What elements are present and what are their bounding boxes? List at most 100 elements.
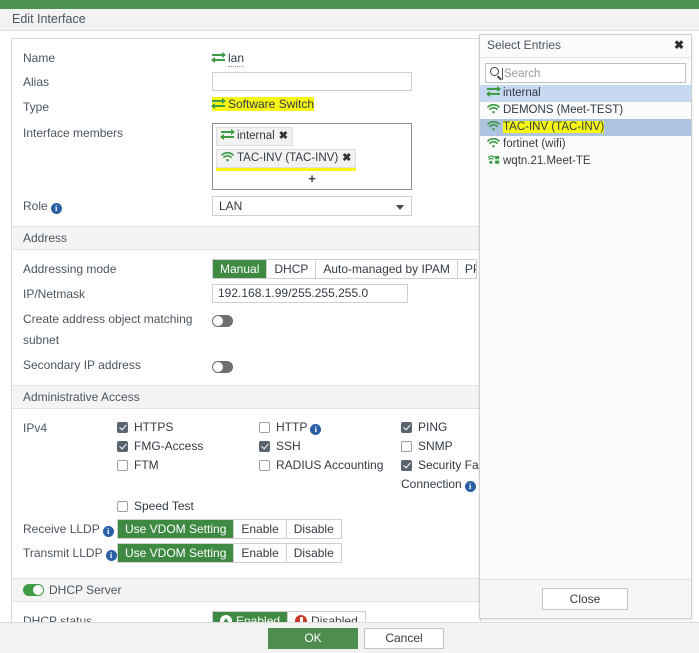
member-chip[interactable]: TAC-INV (TAC-INV) ✖ — [216, 149, 357, 168]
list-item-label: DEMONS (Meet-TEST) — [503, 104, 624, 116]
name-value-inline[interactable]: lan — [211, 51, 245, 67]
addressing-mode-wrap: Manual DHCP Auto-managed by IPAM PPPoE — [212, 259, 480, 279]
remove-member-icon[interactable]: ✖ — [279, 130, 288, 142]
label-ip-netmask: IP/Netmask — [23, 287, 86, 301]
list-item-label: TAC-INV (TAC-INV) — [503, 121, 605, 133]
admin-access-column-2: HTTP i SSH RADIUS Accounting — [259, 418, 401, 494]
checkbox-icon — [117, 441, 128, 452]
receive-lldp-enable[interactable]: Enable — [234, 520, 287, 538]
checkbox-speed-test[interactable]: Speed Test — [117, 497, 480, 516]
tab-pppoe[interactable]: PPPoE — [457, 260, 476, 278]
label-addressing-mode: Addressing mode — [23, 262, 117, 276]
ok-button[interactable]: OK — [268, 628, 358, 649]
checkbox-icon — [401, 441, 412, 452]
alias-wrap — [212, 72, 480, 91]
section-header-dhcp-text: DHCP Server — [49, 583, 122, 597]
info-icon[interactable]: i — [464, 481, 476, 492]
checkbox-http[interactable]: HTTP i — [259, 418, 401, 437]
row-interface-members: Interface members internal ✖ TAC-INV (TAC… — [12, 123, 480, 190]
receive-lldp-tabs[interactable]: Use VDOM Setting Enable Disable — [117, 519, 342, 539]
role-wrap: LAN — [212, 196, 480, 216]
name-value-wrap: lan — [211, 48, 480, 69]
checkbox-label: Speed Test — [134, 499, 194, 513]
transmit-lldp-tabs[interactable]: Use VDOM Setting Enable Disable — [117, 543, 342, 563]
list-item[interactable]: TAC-INV (TAC-INV) — [480, 119, 691, 136]
dhcp-status-tabs[interactable]: Enabled Disabled — [212, 611, 366, 622]
row-transmit-lldp: Transmit LLDP i Use VDOM Setting Enable D… — [12, 543, 480, 564]
list-item[interactable]: fortinet (wifi) — [480, 136, 691, 153]
chevron-down-icon — [396, 205, 404, 210]
label-type: Type — [23, 100, 50, 114]
transmit-lldp-use-vdom[interactable]: Use VDOM Setting — [118, 544, 235, 562]
receive-lldp-use-vdom[interactable]: Use VDOM Setting — [118, 520, 235, 538]
add-member-button[interactable]: + — [216, 171, 408, 188]
close-icon[interactable]: ✖ — [674, 38, 684, 52]
speed-test-wrap: Speed Test — [117, 497, 480, 516]
text-caret — [502, 68, 503, 80]
label-receive-lldp-text: Receive LLDP — [23, 522, 100, 536]
member-chip-row-1: internal ✖ — [216, 127, 408, 149]
label-ipv4: IPv4 — [23, 421, 48, 435]
label-secondary-ip: Secondary IP address — [23, 358, 141, 372]
list-item[interactable]: internal — [480, 85, 691, 102]
checkbox-ssh[interactable]: SSH — [259, 437, 401, 456]
dhcp-server-toggle[interactable] — [23, 584, 44, 596]
dhcp-status-disabled[interactable]: Disabled — [288, 612, 365, 622]
member-chip[interactable]: internal ✖ — [216, 127, 293, 146]
label-role-text: Role — [23, 199, 48, 213]
row-name: Name lan — [12, 48, 480, 69]
transmit-lldp-wrap: Use VDOM Setting Enable Disable — [117, 543, 480, 563]
spacer-address-top — [12, 250, 480, 259]
transmit-lldp-enable[interactable]: Enable — [234, 544, 287, 562]
checkbox-icon — [117, 460, 128, 471]
ip-netmask-input[interactable] — [212, 284, 408, 303]
select-entries-footer: Close — [480, 579, 691, 618]
ip-netmask-wrap — [212, 284, 480, 303]
info-icon[interactable]: i — [50, 203, 62, 214]
section-header-admin-access: Administrative Access — [12, 385, 480, 409]
info-icon[interactable]: i — [310, 424, 322, 435]
type-value-text: Software Switch — [228, 97, 315, 111]
list-item[interactable]: wqtn.21.Meet-TE — [480, 153, 691, 170]
section-header-dhcp-server: DHCP Server — [12, 578, 480, 602]
label-transmit-lldp: Transmit LLDP i — [12, 543, 117, 564]
list-item[interactable]: DEMONS (Meet-TEST) — [480, 102, 691, 119]
label-receive-lldp: Receive LLDP i — [12, 519, 117, 540]
remove-member-icon[interactable]: ✖ — [342, 152, 351, 164]
row-receive-lldp: Receive LLDP i Use VDOM Setting Enable Di… — [12, 519, 480, 540]
alias-input[interactable] — [212, 72, 412, 91]
cancel-button[interactable]: Cancel — [364, 628, 444, 649]
search-placeholder: Search — [504, 68, 541, 80]
checkbox-fmg-access[interactable]: FMG-Access — [117, 437, 259, 456]
role-select[interactable]: LAN — [212, 196, 412, 216]
info-icon[interactable]: i — [105, 550, 117, 561]
transmit-lldp-disable[interactable]: Disable — [286, 544, 341, 562]
tab-manual[interactable]: Manual — [213, 260, 268, 278]
row-type: Type Software Switch — [12, 97, 480, 118]
dhcp-status-disabled-label: Disabled — [311, 614, 358, 622]
dhcp-status-enabled[interactable]: Enabled — [213, 612, 289, 622]
tab-auto-ipam[interactable]: Auto-managed by IPAM — [316, 260, 458, 278]
software-switch-icon — [211, 52, 226, 63]
row-create-address-object: Create address object matching subnet — [12, 309, 480, 351]
checkbox-radius-accounting[interactable]: RADIUS Accounting — [259, 456, 401, 475]
tab-dhcp[interactable]: DHCP — [267, 260, 317, 278]
search-field[interactable]: Search — [485, 63, 686, 83]
create-address-object-toggle[interactable] — [212, 315, 233, 327]
addressing-mode-tabs[interactable]: Manual DHCP Auto-managed by IPAM PPPoE — [212, 259, 477, 279]
interface-members-box[interactable]: internal ✖ TAC-INV (TAC-INV) ✖ + — [212, 123, 412, 190]
receive-lldp-disable[interactable]: Disable — [286, 520, 341, 538]
spacer-role-bottom — [12, 217, 480, 226]
label-dhcp-status: DHCP status — [23, 614, 93, 622]
disabled-down-icon — [295, 615, 308, 622]
dhcp-status-wrap: Enabled Disabled — [212, 611, 480, 622]
close-button[interactable]: Close — [542, 588, 628, 610]
info-icon[interactable]: i — [102, 526, 114, 537]
receive-lldp-wrap: Use VDOM Setting Enable Disable — [117, 519, 480, 539]
secondary-ip-toggle[interactable] — [212, 361, 233, 373]
checkbox-https[interactable]: HTTPS — [117, 418, 259, 437]
software-switch-icon — [220, 129, 235, 140]
checkbox-label: FTM — [134, 458, 159, 472]
checkbox-ftm[interactable]: FTM — [117, 456, 259, 475]
interface-name-text: lan — [228, 51, 245, 67]
